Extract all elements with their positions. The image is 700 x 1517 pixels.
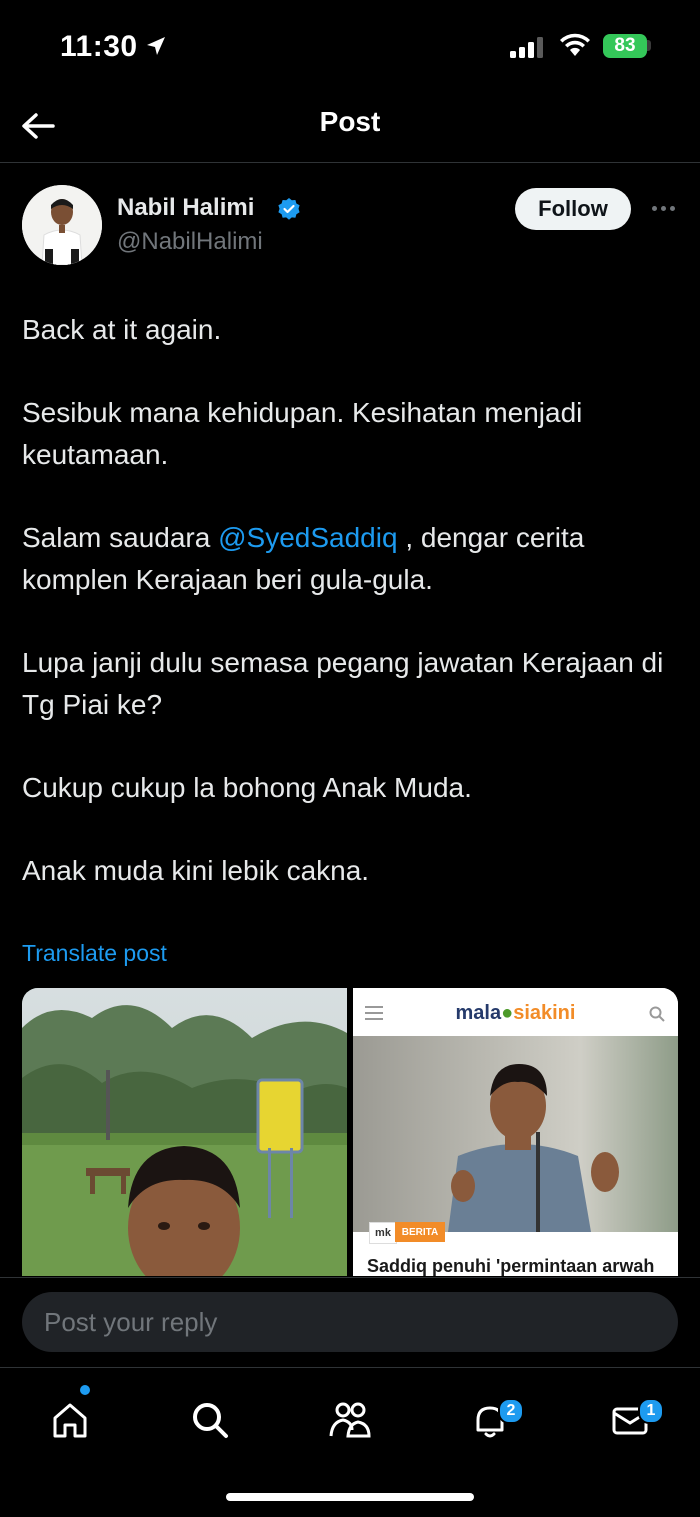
mention-link[interactable]: @SyedSaddiq xyxy=(218,522,397,553)
nav-search[interactable] xyxy=(180,1390,240,1450)
author-name[interactable]: Nabil Halimi xyxy=(117,194,254,222)
search-icon xyxy=(193,1403,228,1438)
top-bar: Post xyxy=(0,92,700,162)
status-bar: 11:30 83 xyxy=(0,0,700,92)
header-divider xyxy=(0,162,700,163)
nav-messages[interactable]: 1 xyxy=(600,1390,664,1450)
post-line: Salam saudara @SyedSaddiq , dengar cerit… xyxy=(22,517,672,601)
page-title: Post xyxy=(319,106,381,137)
news-source-badge: mk xyxy=(369,1222,397,1244)
news-headline: Saddiq penuhi 'permintaan arwah xyxy=(367,1256,655,1276)
follow-button[interactable]: Follow xyxy=(515,188,631,230)
post-line: Cukup cukup la bohong Anak Muda. xyxy=(22,772,472,803)
search-icon xyxy=(649,1006,665,1022)
selfie-park-image[interactable] xyxy=(22,988,347,1276)
messages-badge: 1 xyxy=(638,1398,664,1424)
verified-badge-icon xyxy=(277,197,301,226)
news-site-header: mala●siakini xyxy=(353,988,678,1036)
logo-text: siakini xyxy=(513,1002,576,1024)
nav-home[interactable] xyxy=(40,1390,100,1450)
location-arrow-icon xyxy=(144,34,168,63)
more-options-icon[interactable] xyxy=(648,198,678,218)
cellular-signal-icon xyxy=(510,36,546,63)
battery-cap xyxy=(647,40,651,51)
post-media: mala●siakini mk BERITA Saddiq penuhi 'pe… xyxy=(22,988,678,1276)
post-text-segment: Salam saudara xyxy=(22,522,219,553)
notifications-badge: 2 xyxy=(498,1398,524,1424)
nav-notifications[interactable]: 2 xyxy=(460,1390,524,1450)
news-photo xyxy=(353,1036,678,1232)
post-line: Back at it again. xyxy=(22,314,222,345)
news-site-logo: mala●siakini xyxy=(455,1002,576,1024)
home-indicator[interactable] xyxy=(226,1493,474,1501)
communities-icon xyxy=(329,1402,371,1438)
home-unread-dot xyxy=(80,1385,90,1395)
reply-placeholder: Post your reply xyxy=(44,1307,218,1337)
author-handle[interactable]: @NabilHalimi xyxy=(117,228,263,256)
post-line: Sesibuk mana kehidupan. Kesihatan menjad… xyxy=(22,397,583,470)
logo-text: mala xyxy=(455,1002,502,1024)
nav-communities[interactable] xyxy=(320,1390,380,1450)
post-line: Anak muda kini lebik cakna. xyxy=(22,855,370,886)
battery-indicator: 83 xyxy=(603,34,647,58)
post-body: Back at it again. Sesibuk mana kehidupan… xyxy=(22,309,672,933)
news-category-badge: BERITA xyxy=(395,1222,445,1242)
reply-input[interactable]: Post your reply xyxy=(22,1292,678,1352)
translate-post-link[interactable]: Translate post xyxy=(22,940,167,967)
status-time: 11:30 xyxy=(60,30,138,63)
avatar[interactable] xyxy=(22,185,102,265)
post-line: Lupa janji dulu semasa pegang jawatan Ke… xyxy=(22,647,664,720)
news-screenshot-image[interactable]: mala●siakini mk BERITA Saddiq penuhi 'pe… xyxy=(353,988,678,1276)
home-icon xyxy=(53,1403,87,1438)
wifi-icon xyxy=(559,32,591,63)
